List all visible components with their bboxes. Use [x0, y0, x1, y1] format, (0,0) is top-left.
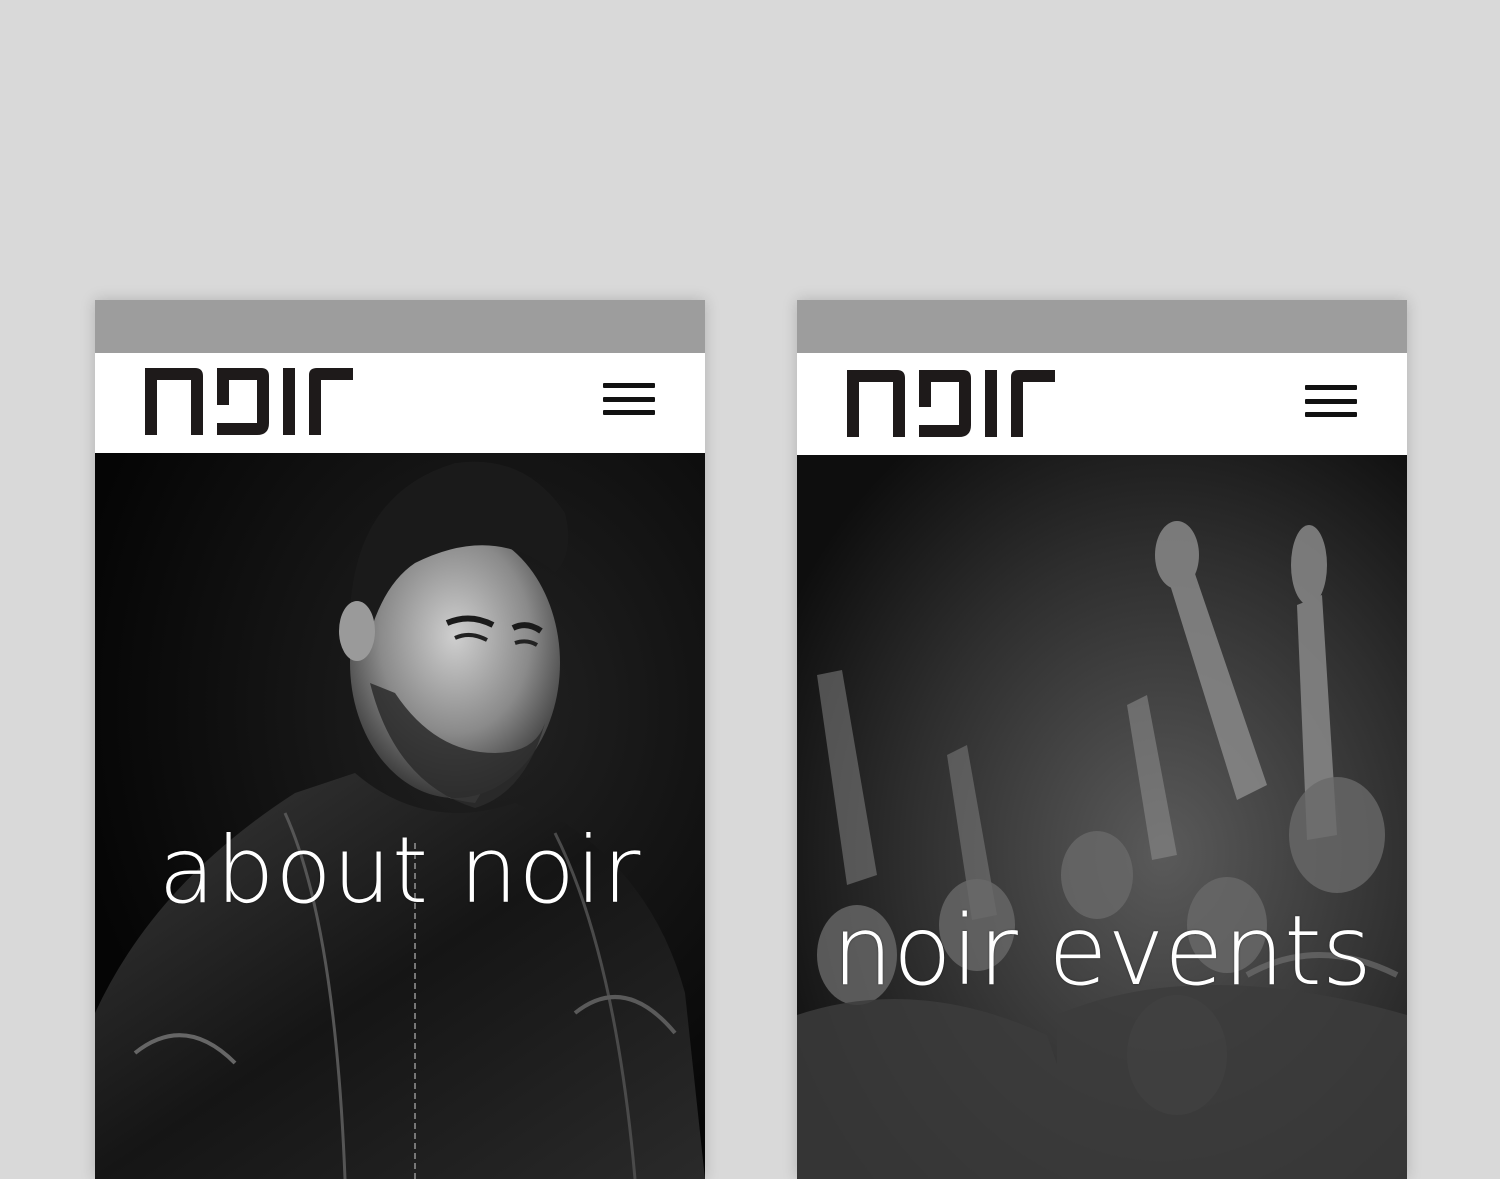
app-header: noir — [95, 353, 705, 453]
hamburger-menu-icon[interactable] — [1305, 381, 1357, 421]
hamburger-menu-icon[interactable] — [603, 379, 655, 419]
portrait-photo — [95, 453, 705, 1179]
crowd-photo — [797, 455, 1407, 1179]
noir-logo[interactable] — [145, 365, 355, 435]
hero-banner-events: noir events — [797, 455, 1407, 1179]
status-bar — [797, 300, 1407, 353]
hero-banner-about: about noir — [95, 453, 705, 1179]
phone-screen-about: noir — [95, 300, 705, 1179]
noir-logo[interactable] — [847, 367, 1057, 437]
status-bar — [95, 300, 705, 353]
hero-title: about noir — [158, 817, 642, 924]
phone-screen-events: noir events — [797, 300, 1407, 1179]
hero-title: noir events — [832, 895, 1372, 1007]
app-header: noir — [797, 353, 1407, 455]
